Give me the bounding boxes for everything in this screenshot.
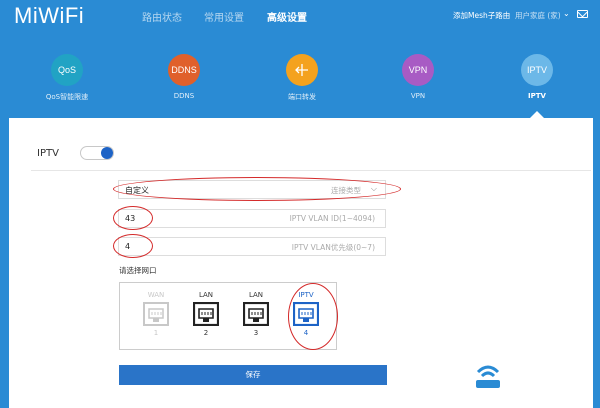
nav-common-settings[interactable]: 常用设置 — [204, 9, 244, 24]
mail-icon[interactable] — [577, 10, 588, 18]
feature-label: DDNS — [173, 92, 195, 100]
ddns-icon: DDNS — [168, 54, 200, 86]
port-forward-icon — [286, 54, 318, 86]
nav-router-status[interactable]: 路由状态 — [142, 9, 182, 24]
watermark-subtitle: luyouqi.com — [522, 377, 595, 388]
chevron-down-icon[interactable]: ⌄ — [563, 9, 570, 18]
feature-port-forward[interactable]: 端口转发 — [262, 54, 342, 102]
annotation-ellipse — [113, 177, 401, 201]
nav-advanced-settings[interactable]: 高级设置 — [267, 9, 307, 24]
vlan-priority-input[interactable]: 4 IPTV VLAN优先级(0~7) — [118, 237, 386, 256]
add-mesh-link[interactable]: 添加Mesh子路由 — [453, 10, 510, 21]
annotation-ellipse — [288, 283, 338, 350]
vlan-id-hint: IPTV VLAN ID(1~4094) — [289, 214, 375, 223]
feature-vpn[interactable]: VPN VPN — [378, 54, 458, 100]
feature-label: QoS智能限速 — [45, 93, 89, 101]
annotation-ellipse — [113, 206, 153, 230]
feature-label: 端口转发 — [288, 93, 316, 101]
router-logo-icon — [464, 350, 512, 398]
ethernet-port-icon — [193, 302, 219, 326]
vpn-icon: VPN — [402, 54, 434, 86]
port-wan: WAN 1 — [136, 291, 176, 337]
qos-icon: QoS — [51, 54, 83, 86]
feature-label: IPTV — [528, 92, 546, 100]
toggle-knob — [101, 147, 113, 159]
iptv-toggle[interactable] — [80, 146, 114, 160]
port-lan-2[interactable]: LAN 2 — [186, 291, 226, 337]
feature-ddns[interactable]: DDNS DDNS — [144, 54, 224, 100]
user-menu[interactable]: 用户家庭 (家) — [515, 10, 561, 21]
feature-label: VPN — [410, 92, 426, 100]
save-button[interactable]: 保存 — [119, 365, 387, 385]
iptv-icon: IPTV — [521, 54, 553, 86]
divider — [31, 170, 591, 171]
feature-qos[interactable]: QoS QoS智能限速 — [27, 54, 107, 102]
feature-iptv[interactable]: IPTV IPTV — [497, 54, 577, 100]
annotation-ellipse — [113, 234, 153, 258]
vlan-id-input[interactable]: 43 IPTV VLAN ID(1~4094) — [118, 209, 386, 228]
watermark-title: 路由器 — [518, 354, 581, 378]
ethernet-port-icon — [143, 302, 169, 326]
section-title: IPTV — [37, 148, 59, 159]
logo[interactable]: MiWiFi — [14, 3, 84, 29]
top-bar: MiWiFi 路由状态 常用设置 高级设置 添加Mesh子路由 用户家庭 (家)… — [0, 0, 600, 30]
ports-label: 请选择网口 — [119, 266, 157, 275]
port-lan-3[interactable]: LAN 3 — [236, 291, 276, 337]
ethernet-port-icon — [243, 302, 269, 326]
active-pointer — [530, 111, 544, 118]
vlan-priority-hint: IPTV VLAN优先级(0~7) — [291, 243, 375, 252]
